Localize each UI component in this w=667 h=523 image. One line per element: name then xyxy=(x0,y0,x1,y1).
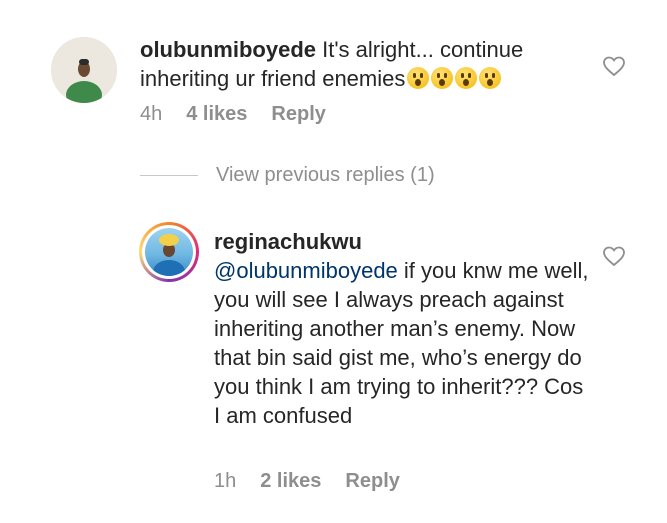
reply-time: 1h xyxy=(214,470,237,492)
view-previous-replies[interactable]: View previous replies (1) xyxy=(140,164,435,187)
comment-time: 4h xyxy=(140,103,163,125)
comment-meta: 4h 4 likes Reply xyxy=(140,103,326,126)
comment-username[interactable]: olubunmiboyede xyxy=(140,37,316,62)
astonished-emoji-icon xyxy=(479,67,502,89)
astonished-emoji-icon xyxy=(455,67,478,89)
emoji-group xyxy=(405,66,502,91)
reply-reply-button[interactable]: Reply xyxy=(345,470,399,493)
divider-line xyxy=(140,175,198,176)
reply-meta: 1h 2 likes Reply xyxy=(214,470,400,493)
reply-username[interactable]: reginachukwu xyxy=(214,229,362,254)
avatar-reginachukwu[interactable] xyxy=(139,222,199,282)
comment-likes[interactable]: 4 likes xyxy=(186,103,247,126)
heart-icon[interactable] xyxy=(602,245,626,267)
comment-reply-button[interactable]: Reply xyxy=(271,103,325,126)
comment-body: olubunmiboyede It's alright... continue … xyxy=(140,35,570,93)
view-previous-replies-label: View previous replies (1) xyxy=(216,164,435,186)
reply-likes[interactable]: 2 likes xyxy=(260,470,321,493)
astonished-emoji-icon xyxy=(431,67,454,89)
avatar-photo xyxy=(51,37,117,103)
astonished-emoji-icon xyxy=(407,67,430,89)
avatar-photo xyxy=(145,228,193,276)
reply-text: if you knw me well, you will see I alway… xyxy=(214,258,589,428)
heart-icon[interactable] xyxy=(602,55,626,77)
reply-body: reginachukwu @olubunmiboyede if you knw … xyxy=(214,227,594,430)
reply-mention[interactable]: @olubunmiboyede xyxy=(214,258,398,283)
avatar-olubunmiboyede[interactable] xyxy=(51,37,117,103)
